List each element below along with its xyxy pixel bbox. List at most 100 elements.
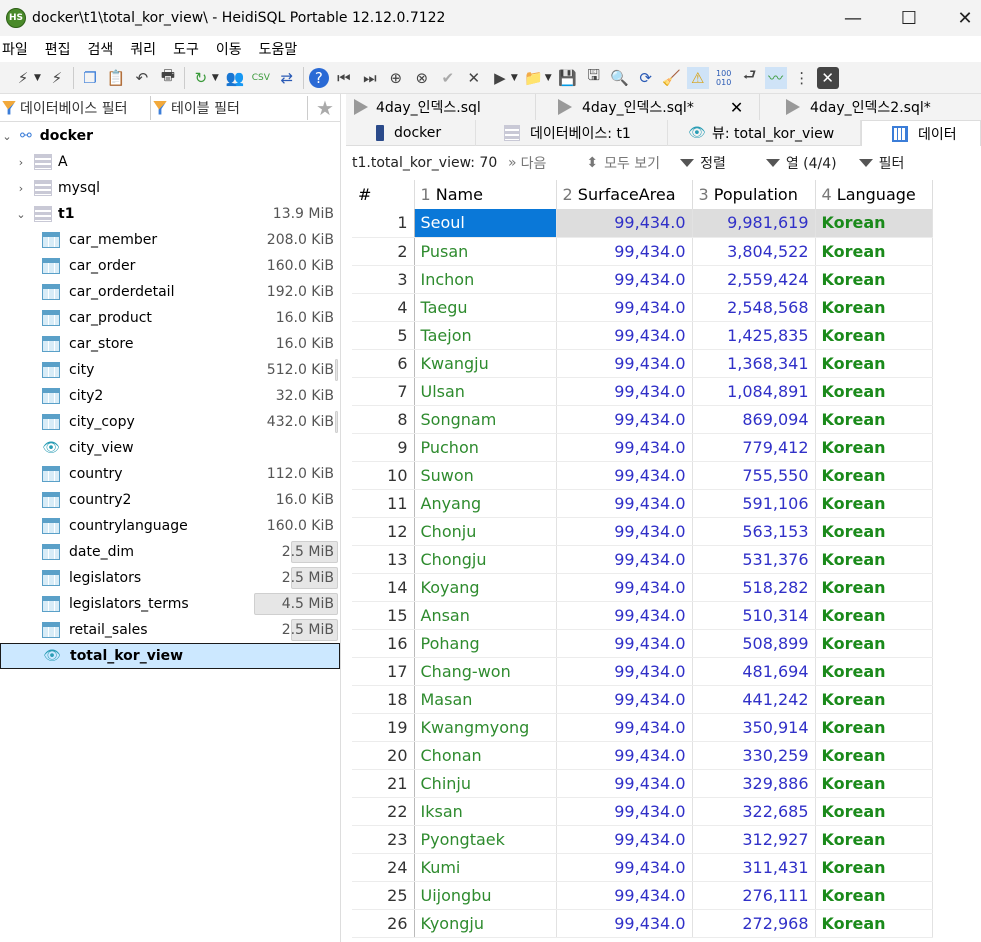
population-cell[interactable]: 869,094 (692, 405, 816, 434)
menu-edit[interactable]: 편집 (39, 39, 77, 59)
query-tab[interactable]: 4day_인덱스.sql* ✕ (536, 94, 760, 120)
connect-icon[interactable]: ⚡ (12, 67, 34, 89)
menu-file[interactable]: 파일 (0, 39, 34, 59)
data-grid[interactable]: # 1 Name 2 SurfaceArea 3 Population 4 La… (352, 180, 981, 942)
tree-database-a[interactable]: › A (0, 149, 340, 175)
table-row[interactable]: 14 Koyang 99,434.0 518,282 Korean (352, 573, 933, 602)
population-cell[interactable]: 329,886 (692, 769, 816, 798)
tree-table-car-member[interactable]: car_member 208.0 KiB (0, 227, 340, 253)
sync-icon[interactable]: ⇄ (276, 67, 298, 89)
table-row[interactable]: 20 Chonan 99,434.0 330,259 Korean (352, 741, 933, 770)
table-row[interactable]: 6 Kwangju 99,434.0 1,368,341 Korean (352, 349, 933, 378)
query-tab[interactable]: 4day_인덱스2.sql* (760, 94, 981, 120)
language-cell[interactable]: Korean (815, 321, 933, 350)
language-cell[interactable]: Korean (815, 909, 933, 938)
table-row[interactable]: 5 Taejon 99,434.0 1,425,835 Korean (352, 321, 933, 350)
table-row[interactable]: 24 Kumi 99,434.0 311,431 Korean (352, 853, 933, 882)
menu-search[interactable]: 검색 (82, 39, 120, 59)
chevron-right-icon[interactable]: › (14, 156, 28, 169)
surface-area-cell[interactable]: 99,434.0 (556, 629, 693, 658)
tree-table-country2[interactable]: country2 16.0 KiB (0, 487, 340, 513)
table-row[interactable]: 25 Uijongbu 99,434.0 276,111 Korean (352, 881, 933, 910)
surface-area-cell[interactable]: 99,434.0 (556, 209, 693, 238)
tree-table-car-orderdetail[interactable]: car_orderdetail 192.0 KiB (0, 279, 340, 305)
table-row[interactable]: 19 Kwangmyong 99,434.0 350,914 Korean (352, 713, 933, 742)
surface-area-cell[interactable]: 99,434.0 (556, 741, 693, 770)
population-cell[interactable]: 1,425,835 (692, 321, 816, 350)
city-name-cell[interactable]: Puchon (414, 433, 557, 462)
surface-area-cell[interactable]: 99,434.0 (556, 489, 693, 518)
tree-table-city2[interactable]: city2 32.0 KiB (0, 383, 340, 409)
language-cell[interactable]: Korean (815, 545, 933, 574)
tree-database-mysql[interactable]: › mysql (0, 175, 340, 201)
find-icon[interactable]: 🔍 (609, 67, 631, 89)
language-cell[interactable]: Korean (815, 461, 933, 490)
population-cell[interactable]: 779,412 (692, 433, 816, 462)
warning-icon[interactable]: ⚠ (686, 66, 709, 89)
post-icon[interactable]: ✔ (437, 67, 459, 89)
population-cell[interactable]: 272,968 (692, 909, 816, 938)
tab-view[interactable]: 👁 뷰: total_kor_view (668, 120, 861, 146)
population-cell[interactable]: 510,314 (692, 601, 816, 630)
language-cell[interactable]: Korean (815, 517, 933, 546)
city-name-cell[interactable]: Songnam (414, 405, 557, 434)
replace-icon[interactable]: ⟳ (635, 67, 657, 89)
favorites-star-icon[interactable]: ★ (310, 96, 340, 120)
surface-area-cell[interactable]: 99,434.0 (556, 909, 693, 938)
population-cell[interactable]: 322,685 (692, 797, 816, 826)
table-row[interactable]: 13 Chongju 99,434.0 531,376 Korean (352, 545, 933, 574)
population-cell[interactable]: 1,368,341 (692, 349, 816, 378)
tab-data[interactable]: 데이터 (861, 120, 981, 146)
language-cell[interactable]: Korean (815, 769, 933, 798)
language-cell[interactable]: Korean (815, 629, 933, 658)
population-cell[interactable]: 276,111 (692, 881, 816, 910)
menu-query[interactable]: 쿼리 (124, 39, 162, 59)
population-cell[interactable]: 591,106 (692, 489, 816, 518)
population-cell[interactable]: 481,694 (692, 657, 816, 686)
table-row[interactable]: 1 Seoul 99,434.0 9,981,619 Korean (352, 209, 933, 238)
language-cell[interactable]: Korean (815, 685, 933, 714)
print-icon[interactable]: 🖶 (157, 66, 179, 89)
column-header-population[interactable]: 3 Population (692, 180, 816, 209)
surface-area-cell[interactable]: 99,434.0 (556, 349, 693, 378)
table-row[interactable]: 11 Anyang 99,434.0 591,106 Korean (352, 489, 933, 518)
population-cell[interactable]: 441,242 (692, 685, 816, 714)
expand-icon[interactable]: ⌄ (0, 130, 14, 143)
population-cell[interactable]: 2,559,424 (692, 265, 816, 294)
columns-button[interactable]: 열 (4/4) (765, 153, 837, 173)
tab-host[interactable]: docker (346, 120, 476, 146)
surface-area-cell[interactable]: 99,434.0 (556, 377, 693, 406)
tree-database-t1[interactable]: ⌄ t1 13.9 MiB (0, 201, 340, 227)
disconnect-icon[interactable]: ⚡ (46, 67, 68, 89)
population-cell[interactable]: 531,376 (692, 545, 816, 574)
language-cell[interactable]: Korean (815, 825, 933, 854)
surface-area-cell[interactable]: 99,434.0 (556, 657, 693, 686)
tree-table-car-order[interactable]: car_order 160.0 KiB (0, 253, 340, 279)
table-row[interactable]: 3 Inchon 99,434.0 2,559,424 Korean (352, 265, 933, 294)
city-name-cell[interactable]: Chang-won (414, 657, 557, 686)
query-tab[interactable]: 4day_인덱스.sql (346, 94, 536, 120)
population-cell[interactable]: 2,548,568 (692, 293, 816, 322)
table-row[interactable]: 10 Suwon 99,434.0 755,550 Korean (352, 461, 933, 490)
tree-table-car-product[interactable]: car_product 16.0 KiB (0, 305, 340, 331)
language-cell[interactable]: Korean (815, 293, 933, 322)
city-name-cell[interactable]: Pusan (414, 237, 557, 266)
language-cell[interactable]: Korean (815, 265, 933, 294)
first-record-icon[interactable]: ⏮ (333, 67, 355, 89)
more-icon[interactable]: ⋮ (791, 67, 813, 89)
population-cell[interactable]: 563,153 (692, 517, 816, 546)
surface-area-cell[interactable]: 99,434.0 (556, 237, 693, 266)
folder-icon[interactable]: 📁 (523, 67, 545, 89)
save-icon[interactable]: 💾 (557, 67, 579, 89)
cancel-icon[interactable]: ✕ (463, 67, 485, 89)
language-cell[interactable]: Korean (815, 797, 933, 826)
city-name-cell[interactable]: Inchon (414, 265, 557, 294)
population-cell[interactable]: 1,084,891 (692, 377, 816, 406)
surface-area-cell[interactable]: 99,434.0 (556, 713, 693, 742)
show-all-button[interactable]: ⬍ 모두 보기 (586, 153, 660, 173)
language-cell[interactable]: Korean (815, 489, 933, 518)
language-cell[interactable]: Korean (815, 209, 933, 238)
paste-icon[interactable]: 📋 (105, 67, 127, 89)
table-row[interactable]: 16 Pohang 99,434.0 508,899 Korean (352, 629, 933, 658)
population-cell[interactable]: 9,981,619 (692, 209, 816, 238)
